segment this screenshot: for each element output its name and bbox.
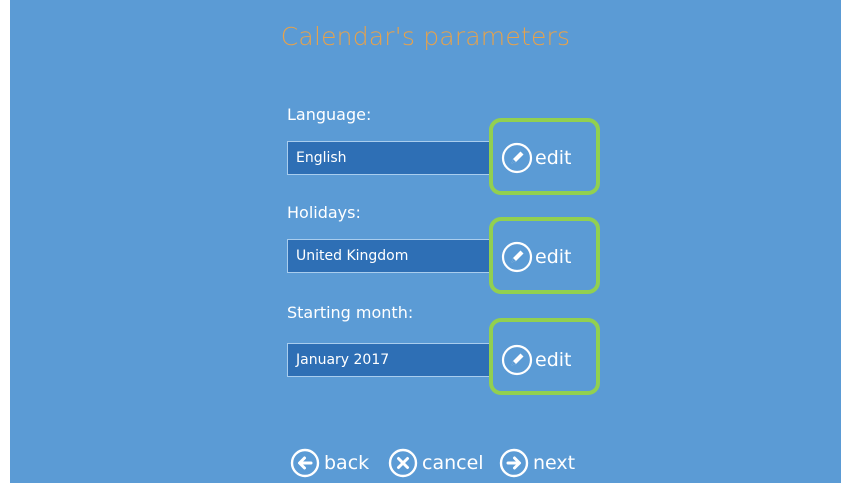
calendar-parameters-panel: Calendar's parameters Language: English … [10,0,841,483]
back-label: back [324,452,370,474]
back-button[interactable]: back [290,446,369,480]
pencil-circle-icon [501,241,533,273]
arrow-left-circle-icon [290,448,320,478]
holidays-edit-button[interactable]: edit [501,239,571,275]
arrow-right-circle-icon [499,448,529,478]
page-title: Calendar's parameters [280,22,571,51]
pencil-circle-icon [501,344,533,376]
cancel-label: cancel [422,452,484,474]
pencil-circle-icon [501,142,533,174]
x-circle-icon [388,448,418,478]
cancel-button[interactable]: cancel [388,446,484,480]
next-label: next [533,452,576,474]
starting-month-edit-button[interactable]: edit [501,342,571,378]
next-button[interactable]: next [499,446,575,480]
language-edit-label: edit [535,147,572,169]
language-field: English [287,141,491,175]
holidays-field: United Kingdom [287,239,491,273]
language-edit-button[interactable]: edit [501,140,571,176]
holidays-edit-label: edit [535,246,572,268]
holidays-label: Holidays: [287,203,361,222]
language-label: Language: [287,105,372,124]
starting-month-field: January 2017 [287,343,491,377]
starting-month-edit-label: edit [535,349,572,371]
starting-month-label: Starting month: [287,303,414,322]
